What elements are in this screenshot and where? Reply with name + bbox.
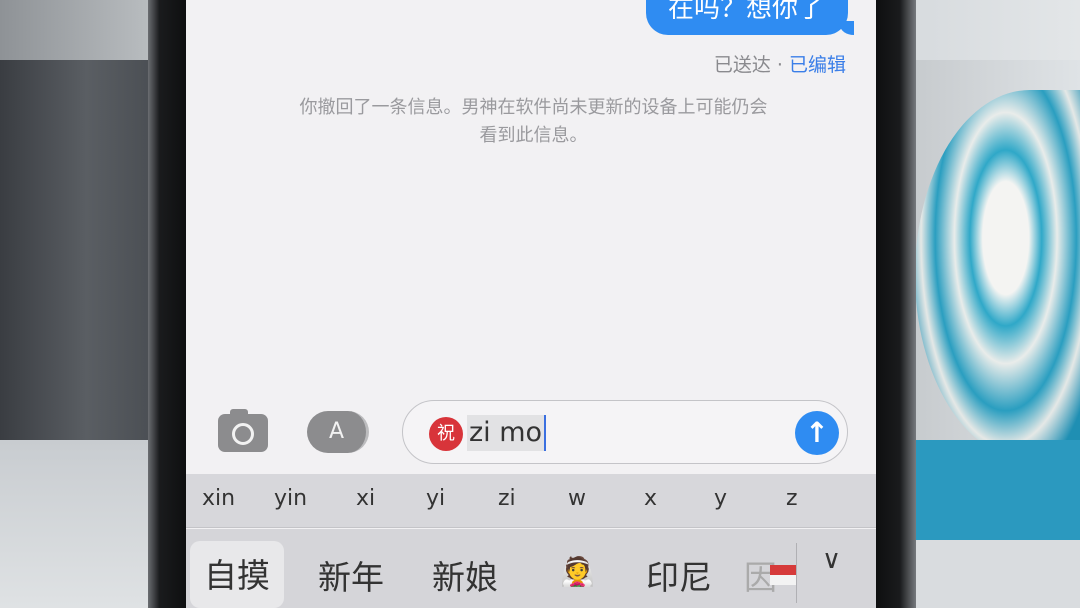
pinyin-option[interactable]: w [568,486,586,511]
send-button[interactable]: ↑ [795,411,839,455]
status-edited-link[interactable]: 已编辑 [789,54,846,76]
divider [796,543,797,603]
notice-line: 你撤回了一条信息。男神在软件尚未更新的设备上可能仍会 [299,97,768,118]
messages-screen: 在吗？想你了 已送达 · 已编辑 你撤回了一条信息。男神在软件尚未更新的设备上可… [186,0,876,608]
camera-icon[interactable] [218,409,268,452]
pinyin-suggestion-row: xin yin xi yi zi w x y z [186,474,876,528]
pinyin-option[interactable]: xi [356,486,375,511]
candidate[interactable]: 新娘 [432,551,498,599]
status-delivered: 已送达 [713,54,771,76]
status-separator: · [776,54,783,76]
pinyin-option[interactable]: zi [498,486,516,511]
chevron-down-icon[interactable]: ∨ [822,545,841,575]
flag-icon[interactable] [770,565,796,585]
background-globe [915,90,1080,460]
pinyin-option[interactable]: yi [426,486,445,511]
candidate-bar: 自摸 新年 新娘 👰 印尼 因 ∨ [186,529,876,608]
background-surface [915,540,1080,608]
unsend-notice: 你撤回了一条信息。男神在软件尚未更新的设备上可能仍会 看到此信息。 [216,94,851,150]
pinyin-option[interactable]: yin [274,486,307,511]
sent-message-bubble[interactable]: 在吗？想你了 [645,0,855,35]
background-table [0,440,148,608]
candidate[interactable]: 印尼 [646,551,712,599]
pinyin-option[interactable]: z [786,486,798,511]
pinyin-option[interactable]: x [644,486,657,511]
emoji-sticker: 祝 [429,417,463,451]
background-globe-base [915,440,1080,540]
pinyin-option[interactable]: y [714,486,727,511]
candidate-emoji[interactable]: 👰 [560,555,595,588]
typed-text: zi mo [467,415,547,451]
candidate-selected[interactable]: 自摸 [190,541,284,608]
app-store-icon[interactable]: A [307,411,369,453]
candidate[interactable]: 新年 [318,551,384,599]
notice-line: 看到此信息。 [479,125,588,146]
phone-frame-left [148,0,186,608]
phone-frame-right [876,0,916,608]
message-input[interactable]: 祝 zi mo ↑ [402,400,848,464]
message-status: 已送达 · 已编辑 [714,50,846,77]
pinyin-option[interactable]: xin [202,486,235,511]
